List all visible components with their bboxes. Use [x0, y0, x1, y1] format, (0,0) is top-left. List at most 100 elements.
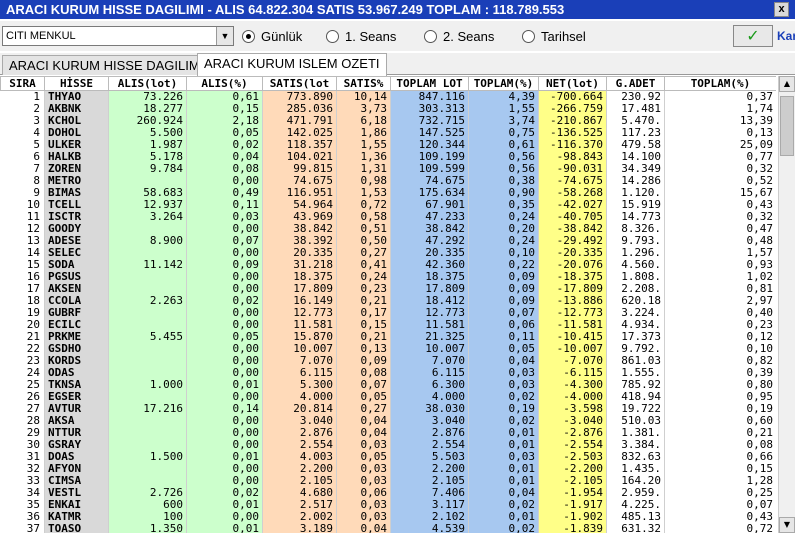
cell-sira: 32 — [0, 463, 45, 475]
cell-gadet: 861.03 — [606, 355, 665, 367]
scroll-down-icon[interactable]: ▼ — [779, 517, 795, 533]
table-row[interactable]: 13 ADESE 8.900 0,07 38.392 0,50 47.292 0,24 -29.… — [0, 235, 776, 247]
cell-satisp: 0,51 — [336, 223, 391, 235]
table-row[interactable]: 11 ISCTR 3.264 0,03 43.969 0,58 47.233 0,24 -40.… — [0, 211, 776, 223]
table-row[interactable]: 27 AVTUR 17.216 0,14 20.814 0,27 38.030 0,19 -3.… — [0, 403, 776, 415]
table-row[interactable]: 6 HALKB 5.178 0,04 104.021 1,36 109.199 0,56 -98… — [0, 151, 776, 163]
cell-hisse: AVTUR — [44, 403, 109, 415]
table-row[interactable]: 29 NTTUR 0,00 2.876 0,04 2.876 0,01 -2.876 1.381… — [0, 427, 776, 439]
column-header-toplamp[interactable]: TOPLAM(%) — [468, 76, 539, 91]
radio-seans-2[interactable]: 2. Seans — [424, 28, 494, 44]
scroll-thumb[interactable] — [780, 96, 794, 156]
table-row[interactable]: 26 EGSER 0,00 4.000 0,05 4.000 0,02 -4.000 418.9… — [0, 391, 776, 403]
column-header-toplam[interactable]: TOPLAM LOT — [390, 76, 469, 91]
radio-tarihsel[interactable]: Tarihsel — [522, 28, 586, 44]
cell-gadet: 2.208. — [606, 283, 665, 295]
close-icon[interactable]: x — [774, 2, 789, 17]
table-row[interactable]: 33 CIMSA 0,00 2.105 0,03 2.105 0,01 -2.105 164.2… — [0, 475, 776, 487]
more-link[interactable]: Kar — [777, 29, 795, 43]
cell-toplam2: 0,95 — [664, 391, 776, 403]
table-row[interactable]: 22 GSDHO 0,00 10.007 0,13 10.007 0,05 -10.007 9.… — [0, 343, 776, 355]
radio-gunluk[interactable]: Günlük — [242, 28, 302, 44]
cell-toplamp: 0,56 — [468, 163, 539, 175]
cell-satis: 10.007 — [262, 343, 337, 355]
column-header-gadet[interactable]: G.ADET — [606, 76, 665, 91]
cell-toplam2: 0,47 — [664, 223, 776, 235]
ok-button[interactable]: ✓ — [733, 25, 773, 47]
cell-toplam: 11.581 — [390, 319, 469, 331]
table-row[interactable]: 15 SODA 11.142 0,09 31.218 0,41 42.360 0,22 -20.… — [0, 259, 776, 271]
cell-satis: 20.335 — [262, 247, 337, 259]
column-header-toplam2[interactable]: TOPLAM(%) — [664, 76, 776, 91]
cell-gadet: 14.286 — [606, 175, 665, 187]
table-row[interactable]: 20 ECILC 0,00 11.581 0,15 11.581 0,06 -11.581 4.… — [0, 319, 776, 331]
radio-dot-icon[interactable] — [326, 29, 339, 43]
cell-satisp: 0,98 — [336, 175, 391, 187]
broker-select[interactable]: CITI MENKUL ▼ — [2, 26, 234, 46]
table-row[interactable]: 37 TOASO 1.350 0,01 3.189 0,04 4.539 0,02 -1.839… — [0, 523, 776, 533]
cell-sira: 12 — [0, 223, 45, 235]
cell-satis: 471.791 — [262, 115, 337, 127]
table-row[interactable]: 30 GSRAY 0,00 2.554 0,03 2.554 0,01 -2.554 3.384… — [0, 439, 776, 451]
table-row[interactable]: 14 SELEC 0,00 20.335 0,27 20.335 0,10 -20.335 1.… — [0, 247, 776, 259]
table-row[interactable]: 36 KATMR 100 0,00 2.002 0,03 2.102 0,01 -1.902 48… — [0, 511, 776, 523]
cell-toplamp: 0,90 — [468, 187, 539, 199]
table-row[interactable]: 32 AFYON 0,00 2.200 0,03 2.200 0,01 -2.200 1.435… — [0, 463, 776, 475]
cell-toplamp: 0,02 — [468, 391, 539, 403]
cell-alisp: 0,02 — [186, 487, 263, 499]
cell-sira: 26 — [0, 391, 45, 403]
radio-dot-icon[interactable] — [522, 29, 535, 43]
table-row[interactable]: 31 DOAS 1.500 0,01 4.003 0,05 5.503 0,03 -2.503 8… — [0, 451, 776, 463]
cell-net: -90.031 — [538, 163, 607, 175]
table-row[interactable]: 9 BIMAS 58.683 0,49 116.951 1,53 175.634 0,90 -5… — [0, 187, 776, 199]
cell-satisp: 0,21 — [336, 295, 391, 307]
cell-satis: 5.300 — [262, 379, 337, 391]
cell-toplamp: 0,04 — [468, 487, 539, 499]
tab-hisse-dagilimi[interactable]: ARACI KURUM HISSE DAGILIMI — [2, 55, 211, 75]
table-row[interactable]: 19 GUBRF 0,00 12.773 0,17 12.773 0,07 -12.773 3.… — [0, 307, 776, 319]
tab-islem-ozeti[interactable]: ARACI KURUM ISLEM OZETI — [197, 53, 387, 76]
cell-satisp: 6,18 — [336, 115, 391, 127]
table-row[interactable]: 2 AKBNK 18.277 0,15 285.036 3,73 303.313 1,55 -2… — [0, 103, 776, 115]
cell-toplam2: 0,77 — [664, 151, 776, 163]
radio-seans-1[interactable]: 1. Seans — [326, 28, 396, 44]
table-row[interactable]: 25 TKNSA 1.000 0,01 5.300 0,07 6.300 0,03 -4.300… — [0, 379, 776, 391]
table-row[interactable]: 16 PGSUS 0,00 18.375 0,24 18.375 0,09 -18.375 1.… — [0, 271, 776, 283]
cell-alisp: 0,05 — [186, 127, 263, 139]
radio-dot-icon[interactable] — [424, 29, 437, 43]
radio-dot-icon[interactable] — [242, 29, 255, 43]
table-row[interactable]: 12 GOODY 0,00 38.842 0,51 38.842 0,20 -38.842 8.… — [0, 223, 776, 235]
table-row[interactable]: 4 DOHOL 5.500 0,05 142.025 1,86 147.525 0,75 -13… — [0, 127, 776, 139]
table-row[interactable]: 8 METRO 0,00 74.675 0,98 74.675 0,38 -74.675 14.… — [0, 175, 776, 187]
table-row[interactable]: 1 THYAO 73.226 0,61 773.890 10,14 847.116 4,39-… — [0, 90, 776, 103]
cell-toplam: 17.809 — [390, 283, 469, 295]
table-row[interactable]: 17 AKSEN 0,00 17.809 0,23 17.809 0,09 -17.809 2.… — [0, 283, 776, 295]
column-header-satis[interactable]: SATIS(lot — [262, 76, 337, 91]
table-row[interactable]: 23 KORDS 0,00 7.070 0,09 7.070 0,04 -7.070 861.0… — [0, 355, 776, 367]
cell-satis: 7.070 — [262, 355, 337, 367]
table-row[interactable]: 7 ZOREN 9.784 0,08 99.815 1,31 109.599 0,56 -90.… — [0, 163, 776, 175]
cell-toplam2: 0,10 — [664, 343, 776, 355]
table-row[interactable]: 3 KCHOL 260.924 2,18 471.791 6,18 732.715 3,74-… — [0, 115, 776, 127]
chevron-down-icon[interactable]: ▼ — [216, 27, 233, 45]
cell-gadet: 5.470. — [606, 115, 665, 127]
table-row[interactable]: 28 AKSA 0,00 3.040 0,04 3.040 0,02 -3.040 510.03… — [0, 415, 776, 427]
cell-toplamp: 0,10 — [468, 247, 539, 259]
column-header-alis[interactable]: ALIS(lot) — [108, 76, 187, 91]
column-header-net[interactable]: NET(lot) — [538, 76, 607, 91]
vertical-scrollbar[interactable]: ▲ ▼ — [778, 76, 795, 533]
column-header-sira[interactable]: SIRA — [0, 76, 45, 91]
table-row[interactable]: 35 ENKAI 600 0,01 2.517 0,03 3.117 0,02 -1.917 4.… — [0, 499, 776, 511]
column-header-hisse[interactable]: HİSSE — [44, 76, 109, 91]
table-row[interactable]: 34 VESTL 2.726 0,02 4.680 0,06 7.406 0,04 -1.954… — [0, 487, 776, 499]
table-row[interactable]: 21 PRKME 5.455 0,05 15.870 0,21 21.325 0,11 -10.… — [0, 331, 776, 343]
table-row[interactable]: 10 TCELL 12.937 0,11 54.964 0,72 67.901 0,35 -42… — [0, 199, 776, 211]
scroll-up-icon[interactable]: ▲ — [779, 76, 795, 92]
cell-toplam2: 0,60 — [664, 415, 776, 427]
cell-sira: 4 — [0, 127, 45, 139]
column-header-alisp[interactable]: ALIS(%) — [186, 76, 263, 91]
table-row[interactable]: 5 ULKER 1.987 0,02 118.357 1,55 120.344 0,61 -11… — [0, 139, 776, 151]
table-row[interactable]: 24 ODAS 0,00 6.115 0,08 6.115 0,03 -6.115 1.555.… — [0, 367, 776, 379]
table-row[interactable]: 18 CCOLA 2.263 0,02 16.149 0,21 18.412 0,09 -13.… — [0, 295, 776, 307]
column-header-satisp[interactable]: SATIS% — [336, 76, 391, 91]
